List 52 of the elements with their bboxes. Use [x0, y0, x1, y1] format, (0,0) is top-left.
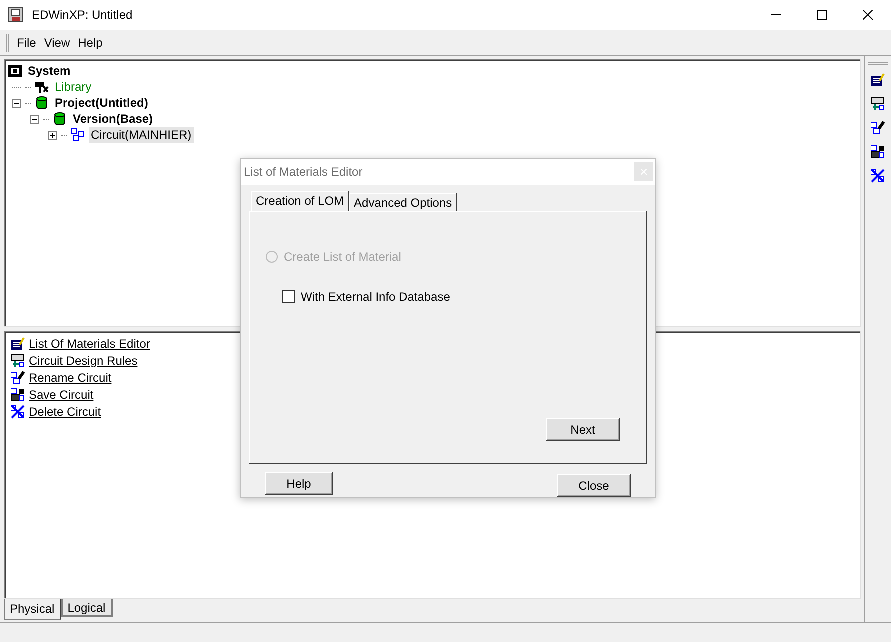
- expander-box[interactable]: [12, 98, 21, 108]
- chip-icon: [8, 64, 22, 78]
- app-icon: [8, 7, 24, 23]
- maximize-icon: [817, 10, 827, 20]
- blocks-pencil-icon: [11, 370, 25, 384]
- menu-item[interactable]: View: [44, 34, 70, 52]
- tree-item[interactable]: System: [26, 63, 73, 79]
- action-link[interactable]: Circuit Design Rules: [29, 352, 138, 370]
- toolbar-button[interactable]: [869, 143, 887, 161]
- action-link[interactable]: Delete Circuit: [29, 402, 102, 420]
- tree-item[interactable]: Library: [53, 79, 94, 95]
- tab[interactable]: Physical: [4, 599, 61, 620]
- blocks-cross-icon: [871, 169, 885, 183]
- help-button[interactable]: Help: [265, 472, 333, 495]
- cylinder-icon: [35, 96, 49, 110]
- menu-item[interactable]: Help: [78, 34, 103, 52]
- action-link[interactable]: List Of Materials Editor: [29, 334, 150, 352]
- window-title: EDWinXP: Untitled: [32, 7, 133, 24]
- action-link[interactable]: Save Circuit: [29, 386, 94, 404]
- close-button[interactable]: Close: [557, 474, 631, 497]
- toolbar-button[interactable]: [869, 71, 887, 89]
- blocks-icon: [71, 128, 85, 142]
- tab[interactable]: Creation of LOM: [251, 190, 350, 211]
- close-icon: [863, 10, 873, 20]
- cylinder-icon: [53, 112, 67, 126]
- next-button[interactable]: Next: [546, 418, 620, 441]
- tree-item[interactable]: Version(Base): [71, 111, 156, 127]
- tree-item[interactable]: Project(Untitled): [53, 95, 150, 111]
- table-pencil-icon: [11, 336, 25, 350]
- toolbar-button[interactable]: [869, 95, 887, 113]
- action-link[interactable]: Rename Circuit: [29, 368, 112, 386]
- rules-icon: [11, 354, 25, 368]
- expander-box[interactable]: [30, 114, 39, 124]
- close-icon: [640, 168, 646, 175]
- blocks-disk-icon: [11, 388, 25, 402]
- blocks-cross-icon: [11, 404, 25, 418]
- rules-icon: [871, 97, 885, 111]
- tab[interactable]: Logical: [60, 599, 113, 617]
- blocks-disk-icon: [871, 145, 885, 159]
- dialog-title: List of Materials Editor: [244, 164, 363, 181]
- checkbox[interactable]: [282, 290, 295, 304]
- toolbar-button[interactable]: [869, 119, 887, 137]
- table-pencil-icon: [871, 73, 885, 87]
- radio-label: Create List of Material: [284, 248, 402, 266]
- expander-box[interactable]: [48, 130, 57, 140]
- menu-item[interactable]: File: [17, 34, 36, 52]
- tree-item[interactable]: Circuit(MAINHIER): [89, 127, 194, 143]
- blocks-pencil-icon: [871, 121, 885, 135]
- tools-icon: [35, 80, 49, 94]
- tab[interactable]: Advanced Options: [349, 192, 458, 211]
- toolbar-button[interactable]: [869, 167, 887, 185]
- checkbox-label: With External Info Database: [301, 288, 450, 306]
